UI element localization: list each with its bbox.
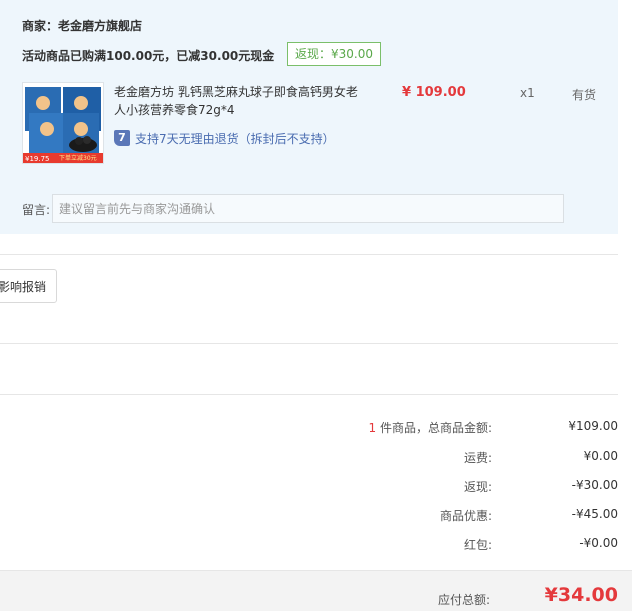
summary-label: 商品优惠: <box>439 509 492 523</box>
product-image <box>23 83 103 163</box>
divider <box>0 254 618 255</box>
thumb-caption: 下单立减30元 <box>59 155 97 162</box>
total-bar: 应付总额: ¥34.00 <box>0 570 632 611</box>
return-policy-text: 支持7天无理由退货（拆封后不支持） <box>135 131 335 146</box>
promo-text: 活动商品已购满100.00元，已减30.00元现金 <box>22 49 275 63</box>
divider <box>0 394 618 395</box>
summary-value: -¥0.00 <box>579 536 618 550</box>
summary-value: ¥109.00 <box>568 419 618 433</box>
summary-label: 返现: <box>463 480 492 494</box>
summary-value: ¥0.00 <box>583 449 618 463</box>
summary-row-discount: 商品优惠: -¥45.00 <box>218 507 618 525</box>
total-label: 应付总额: <box>437 593 490 607</box>
total-amount: ¥34.00 <box>544 584 618 606</box>
summary-row-goods-total: 1 件商品，总商品金额: ¥109.00 <box>218 419 618 437</box>
product-title[interactable]: 老金磨方坊 乳钙黑芝麻丸球子即食高钙男女老人小孩营养零食72g*4 <box>114 83 364 119</box>
summary-label: 红包: <box>463 538 492 552</box>
shop-order-panel: 商家：老金磨方旗舰店 活动商品已购满100.00元，已减30.00元现金 返现：… <box>0 0 618 234</box>
item-count: 1 <box>368 421 377 435</box>
stock-status: 有货 <box>572 88 597 102</box>
cashback-badge: 返现：¥30.00 <box>287 42 381 66</box>
report-button[interactable]: 影响报销 <box>0 269 57 303</box>
product-thumbnail[interactable]: ¥19.75 下单立减30元 <box>22 82 104 164</box>
summary-value: -¥45.00 <box>571 507 618 521</box>
merchant-name: 商家：老金磨方旗舰店 <box>22 19 143 33</box>
product-quantity: x1 <box>520 86 535 100</box>
summary-label: 运费: <box>463 451 492 465</box>
thumb-price-tag: ¥19.75 <box>25 155 50 163</box>
summary-row-red-packet: 红包: -¥0.00 <box>218 536 618 554</box>
product-price: ¥ 109.00 <box>402 85 466 100</box>
seven-day-return-icon: 7 <box>114 130 130 146</box>
summary-value: -¥30.00 <box>571 478 618 492</box>
message-label: 留言: <box>22 203 51 217</box>
summary-label: 件商品，总商品金额: <box>379 421 492 435</box>
divider <box>0 343 618 344</box>
message-input[interactable] <box>52 194 564 223</box>
return-policy: 7 支持7天无理由退货（拆封后不支持） <box>114 129 335 147</box>
summary-row-cashback: 返现: -¥30.00 <box>218 478 618 496</box>
summary-row-shipping: 运费: ¥0.00 <box>218 449 618 467</box>
